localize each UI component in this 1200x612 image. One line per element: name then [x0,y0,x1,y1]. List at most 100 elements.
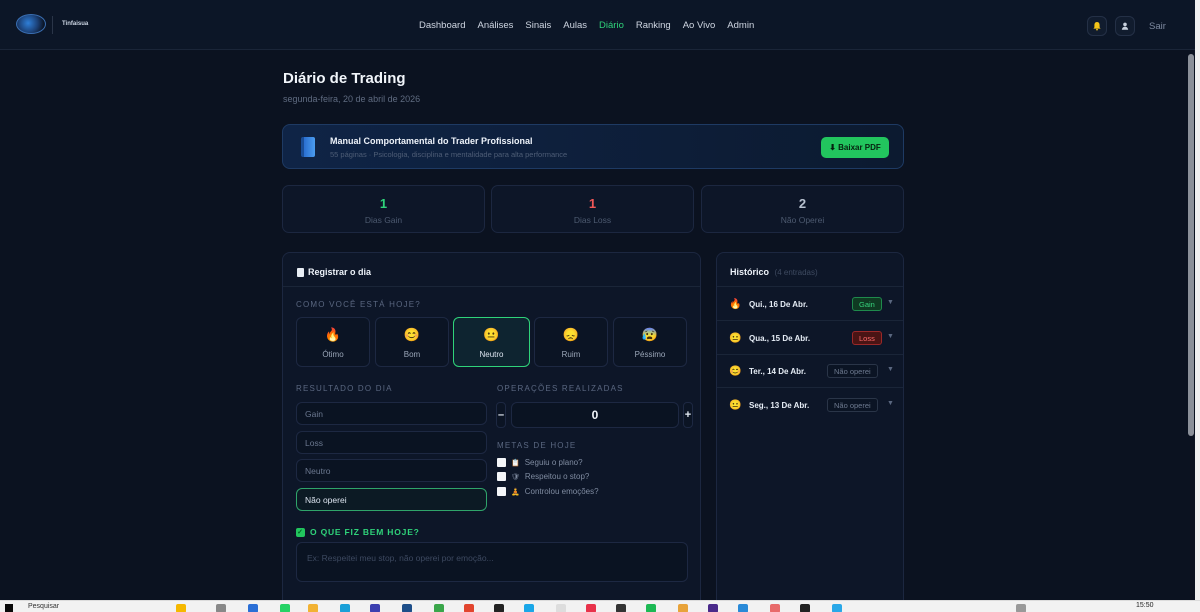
taskbar-app-icon[interactable] [556,604,566,612]
history-title: Histórico (4 entradas) [730,267,818,277]
nav-item-admin[interactable]: Admin [727,20,754,31]
ops-decrement-button[interactable]: – [496,402,506,428]
ops-count-input[interactable]: 0 [511,402,679,428]
sad-face-icon: 😞 [562,327,580,342]
goal-seguiu-plano[interactable]: 📋 Seguiu o plano? [497,458,583,467]
result-option-nao-operei[interactable]: Não operei [296,488,487,511]
logout-link[interactable]: Sair [1149,21,1166,32]
notepad-icon [297,267,304,277]
bell-icon[interactable] [1087,16,1107,36]
result-option-loss[interactable]: Loss [296,431,487,454]
goal-checkbox[interactable] [497,458,506,467]
scrollbar-thumb[interactable] [1188,54,1194,436]
vscode-icon[interactable] [738,604,748,612]
mood-bom[interactable]: 😊 Bom [375,317,449,367]
stat-card-nao-operei: 2 Não Operei [701,185,904,233]
taskbar-app-icon[interactable] [708,604,718,612]
taskbar-app-icon[interactable] [800,604,810,612]
taskbar-app-icon[interactable] [340,604,350,612]
taskbar-app-icon[interactable] [370,604,380,612]
history-date: Qua., 15 De Abr. [749,334,811,343]
taskbar-search[interactable]: Pesquisar [28,603,148,612]
history-date: Ter., 14 De Abr. [749,367,806,376]
mood-neutro[interactable]: 😐 Neutro [453,317,530,367]
goals-label: METAS DE HOJE [497,441,577,450]
folder-icon[interactable] [308,604,318,612]
goal-controlou-emocoes[interactable]: 🧘 Controlou emoções? [497,487,599,496]
stat-card-loss: 1 Dias Loss [491,185,694,233]
nav-item-sinais[interactable]: Sinais [525,20,551,31]
history-count: (4 entradas) [774,268,818,277]
stat-label: Dias Gain [364,215,403,225]
smile-icon: 😊 [729,366,742,377]
taskbar-app-icon[interactable] [216,604,226,612]
clipboard-icon: 📋 [511,459,520,467]
mood-label-text: Bom [403,350,421,359]
taskbar-app-icon[interactable] [494,604,504,612]
page-date: segunda-feira, 20 de abril de 2026 [283,94,421,104]
goal-respeitou-stop[interactable]: 🛡 Respeitou o stop? [497,472,589,481]
ops-increment-button[interactable]: + [683,402,693,428]
history-row[interactable]: 😐 Seg., 13 De Abr. Não operei ▼ [717,389,903,422]
taskbar-app-icon[interactable] [832,604,842,612]
whatsapp-icon[interactable] [280,604,290,612]
taskbar-app-icon[interactable] [402,604,412,612]
download-pdf-button[interactable]: ⬇ Baixar PDF [821,137,889,158]
spotify-icon[interactable] [646,604,656,612]
window-edge [1195,0,1200,600]
history-row[interactable]: 😊 Ter., 14 De Abr. Não operei ▼ [717,355,903,388]
goal-text: Seguiu o plano? [524,458,583,467]
result-option-gain[interactable]: Gain [296,402,487,425]
fire-icon: 🔥 [324,327,342,342]
stat-card-gain: 1 Dias Gain [282,185,485,233]
brand-name: Tinfaisua [62,21,89,27]
neutral-face-icon: 😐 [483,327,500,342]
taskbar-app-icon[interactable] [176,604,186,612]
main-nav: Dashboard Análises Sinais Aulas Diário R… [419,20,766,31]
chevron-down-icon[interactable]: ▼ [887,400,894,407]
mood-ruim[interactable]: 😞 Ruim [534,317,608,367]
status-badge: Loss [852,331,882,345]
chevron-down-icon[interactable]: ▼ [887,366,894,373]
notification-icon[interactable] [1016,604,1026,612]
user-icon[interactable] [1115,16,1135,36]
taskbar-app-icon[interactable] [524,604,534,612]
taskbar-app-icon[interactable] [248,604,258,612]
mood-pessimo[interactable]: 😰 Péssimo [613,317,687,367]
result-option-neutro[interactable]: Neutro [296,459,487,482]
top-navbar: Tinfaisua Dashboard Análises Sinais Aula… [0,0,1200,50]
goal-checkbox[interactable] [497,487,506,496]
manual-title: Manual Comportamental do Trader Profissi… [330,136,533,146]
taskbar-app-icon[interactable] [770,604,780,612]
status-badge: Gain [852,297,882,311]
history-row[interactable]: 🔥 Qui., 16 De Abr. Gain ▼ [717,288,903,321]
mood-otimo[interactable]: 🔥 Ótimo [296,317,370,367]
status-badge: Não operei [827,364,878,378]
register-title: Registrar o dia [297,267,371,277]
goal-checkbox[interactable] [497,472,506,481]
chevron-down-icon[interactable]: ▼ [887,299,894,306]
ops-label: OPERAÇÕES REALIZADAS [497,384,624,393]
logo-icon[interactable] [16,14,46,34]
goal-text: Controlou emoções? [524,487,599,496]
nav-item-dashboard[interactable]: Dashboard [419,20,465,31]
neutral-face-icon: 😐 [729,333,742,344]
nav-item-aulas[interactable]: Aulas [563,20,587,31]
mood-label-text: Ótimo [322,350,344,359]
nav-item-ranking[interactable]: Ranking [636,20,671,31]
nav-item-ao-vivo[interactable]: Ao Vivo [683,20,716,31]
taskbar-app-icon[interactable] [586,604,596,612]
taskbar-app-icon[interactable] [616,604,626,612]
nav-item-analises[interactable]: Análises [477,20,513,31]
windows-start-icon[interactable] [5,604,13,612]
taskbar-app-icon[interactable] [464,604,474,612]
chevron-down-icon[interactable]: ▼ [887,333,894,340]
taskbar-app-icon[interactable] [678,604,688,612]
nav-item-diario[interactable]: Diário [599,20,624,31]
anxious-face-icon: 😰 [641,327,659,342]
history-row[interactable]: 😐 Qua., 15 De Abr. Loss ▼ [717,322,903,355]
mood-label-text: Péssimo [634,350,666,359]
stat-label: Não Operei [780,215,825,225]
taskbar-app-icon[interactable] [434,604,444,612]
fiz-bem-textarea[interactable]: Ex: Respeitei meu stop, não operei por e… [296,542,688,582]
